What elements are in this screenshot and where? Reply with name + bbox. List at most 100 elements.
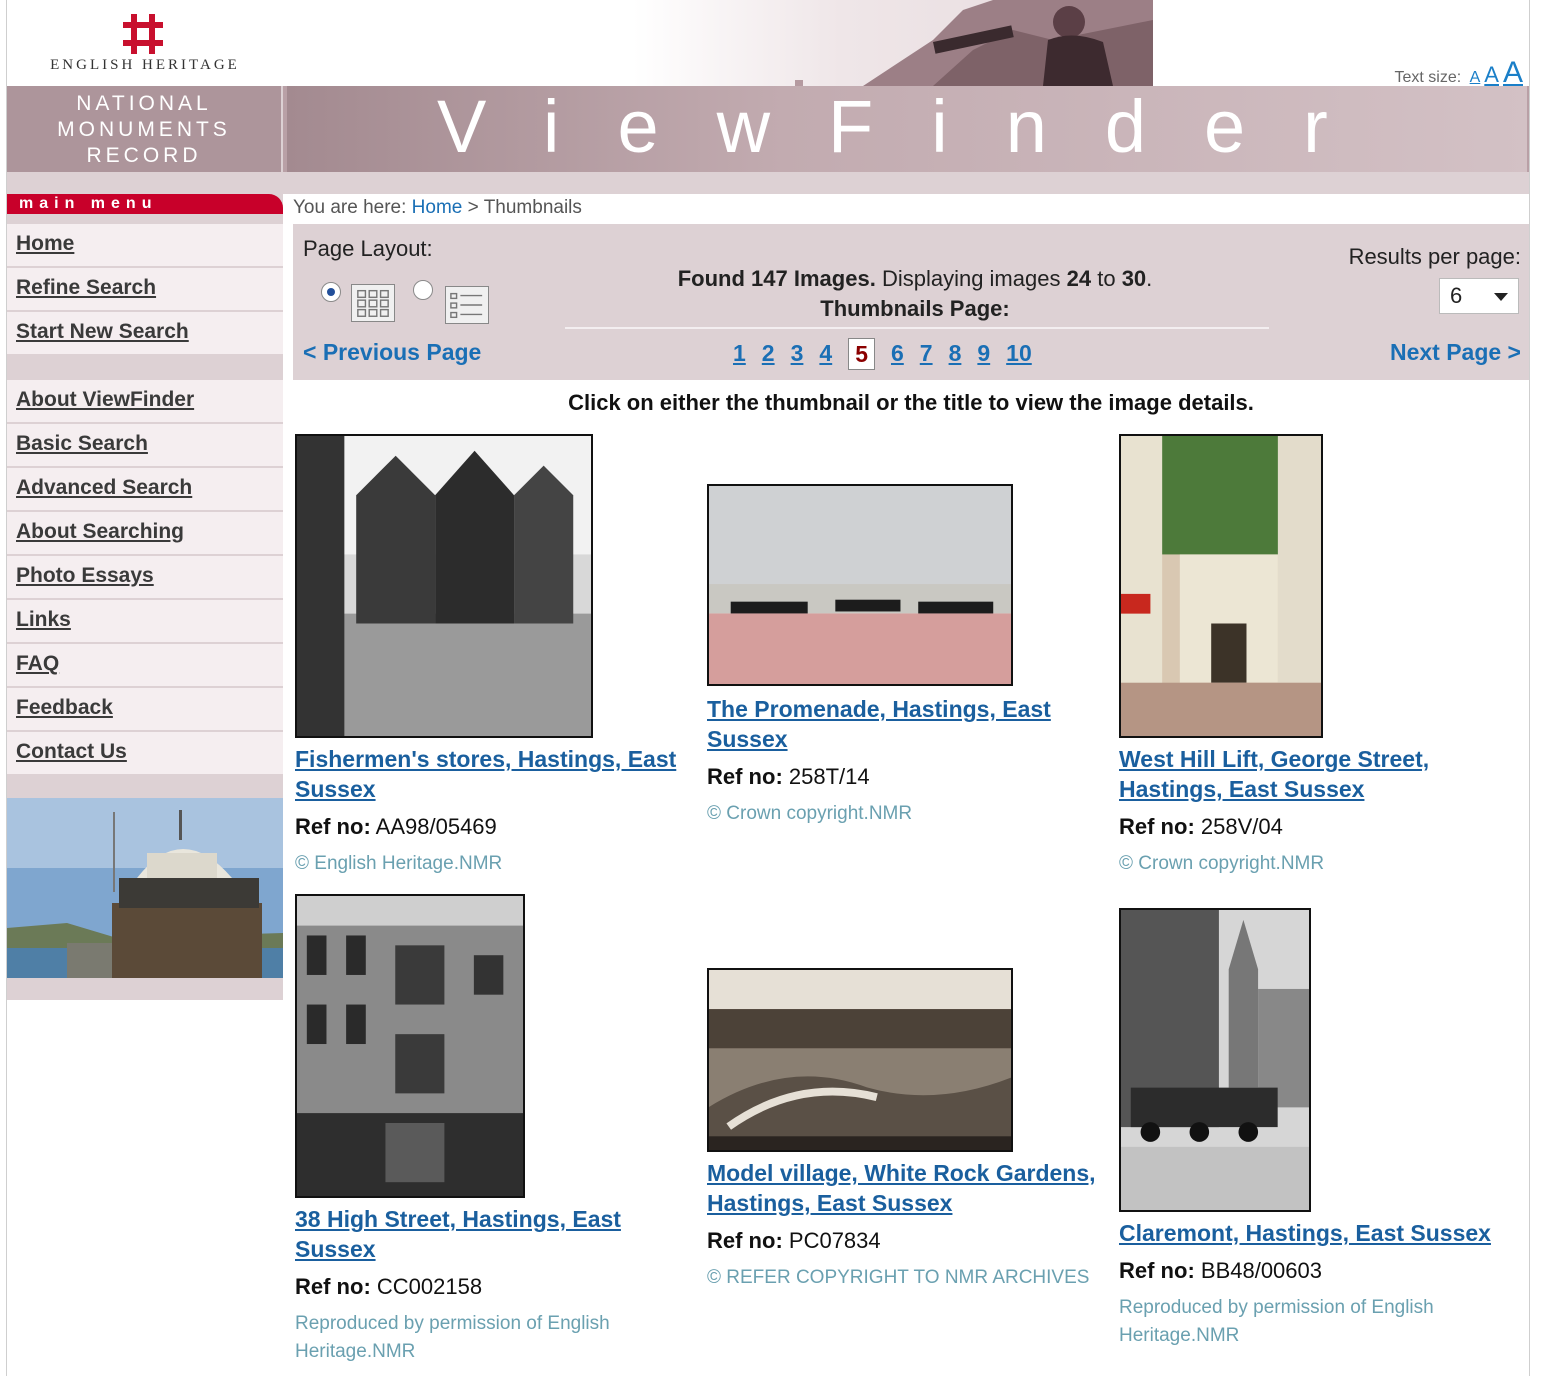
result-thumbnail[interactable]	[295, 894, 525, 1198]
page-link-9[interactable]: 9	[977, 338, 990, 370]
found-prefix: Found	[677, 266, 745, 291]
ref-value: 258T/14	[788, 764, 870, 789]
result-thumbnail[interactable]	[1119, 908, 1311, 1212]
logo-wordmark: ENGLISH HERITAGE	[50, 57, 240, 73]
text-size-label: Text size:	[1394, 69, 1462, 86]
sidebar-item-links[interactable]: Links	[7, 600, 283, 644]
result-title-link[interactable]: Claremont, Hastings, East Sussex	[1119, 1218, 1519, 1248]
pagination: 1 2 3 4 5 6 7 8 9 10	[733, 338, 1048, 370]
nmr-title: NATIONAL MONUMENTS RECORD	[7, 86, 283, 172]
ref-value: BB48/00603	[1200, 1258, 1322, 1283]
banner-photo	[633, 0, 1153, 86]
results-per-page-label: Results per page:	[1348, 244, 1521, 269]
controls-divider	[565, 327, 1269, 329]
breadcrumb-separator: >	[467, 197, 479, 218]
text-size-medium-link[interactable]: A	[1484, 62, 1499, 86]
sidebar-item-faq[interactable]: FAQ	[7, 644, 283, 688]
result-ref: Ref no: AA98/05469	[295, 814, 497, 840]
sidebar-item-feedback[interactable]: Feedback	[7, 688, 283, 732]
text-size-large-link[interactable]: A	[1503, 56, 1523, 86]
sidebar-item-basic-search[interactable]: Basic Search	[7, 424, 283, 468]
ref-label: Ref no:	[1119, 1258, 1195, 1283]
display-to: 30	[1121, 266, 1147, 291]
page-link-6[interactable]: 6	[891, 338, 904, 370]
result-thumbnail[interactable]	[707, 968, 1013, 1152]
list-layout-icon[interactable]	[445, 286, 489, 324]
page-link-4[interactable]: 4	[819, 338, 832, 370]
site-title-banner: ViewFinder	[287, 85, 1527, 172]
breadcrumb-home-link[interactable]: Home	[412, 197, 463, 218]
page-link-8[interactable]: 8	[949, 338, 962, 370]
ref-value: 258V/04	[1200, 814, 1283, 839]
result-thumbnail[interactable]	[1119, 434, 1323, 738]
page-frame: ENGLISH HERITAGE Text size: AAA NATIONAL…	[6, 0, 1530, 1376]
result-ref: Ref no: BB48/00603	[1119, 1258, 1322, 1284]
ref-label: Ref no:	[295, 814, 371, 839]
displaying-text: Displaying images	[881, 266, 1061, 291]
layout-grid-radio[interactable]	[321, 282, 341, 302]
text-size-control: Text size: AAA	[1394, 56, 1523, 86]
english-heritage-mark-icon	[123, 14, 163, 54]
result-thumbnail[interactable]	[707, 484, 1013, 686]
breadcrumb: You are here: Home > Thumbnails	[293, 194, 1529, 224]
next-page-link[interactable]: Next Page >	[1390, 339, 1521, 366]
result-copyright: © Crown copyright.NMR	[1119, 853, 1325, 874]
sidebar-lighthouse-photo	[7, 798, 283, 978]
sidebar-item-photo-essays[interactable]: Photo Essays	[7, 556, 283, 600]
found-count: 147	[751, 266, 788, 291]
nmr-line: RECORD	[86, 144, 202, 167]
thumbnails-page-label: Thumbnails Page:	[820, 296, 1010, 321]
previous-page-link[interactable]: < Previous Page	[303, 339, 481, 366]
result-ref: Ref no: CC002158	[295, 1274, 482, 1300]
found-summary: Found 147 Images. Displaying images 24 t…	[565, 266, 1265, 292]
summary-period: .	[1146, 266, 1153, 291]
results-per-page-select[interactable]: 6	[1439, 278, 1519, 314]
sidebar-item-about-searching[interactable]: About Searching	[7, 512, 283, 556]
top-banner: ENGLISH HERITAGE Text size: AAA	[7, 0, 1529, 86]
result-title-link[interactable]: The Promenade, Hastings, East Sussex	[707, 694, 1107, 754]
grid-layout-icon[interactable]	[351, 284, 395, 322]
ref-label: Ref no:	[295, 1274, 371, 1299]
sidebar-item-refine-search[interactable]: Refine Search	[7, 268, 283, 312]
title-bar: NATIONAL MONUMENTS RECORD ViewFinder	[7, 85, 1529, 172]
english-heritage-logo[interactable]: ENGLISH HERITAGE	[7, 0, 283, 86]
results-controls: Page Layout: Found 147 Images. Displayin…	[293, 224, 1529, 380]
result-title-link[interactable]: 38 High Street, Hastings, East Sussex	[295, 1204, 695, 1264]
ref-value: AA98/05469	[375, 814, 497, 839]
page-link-10[interactable]: 10	[1006, 338, 1032, 370]
menu-group-info: About ViewFinder Basic Search Advanced S…	[7, 380, 283, 776]
page-link-1[interactable]: 1	[733, 338, 746, 370]
sidebar-item-about-viewfinder[interactable]: About ViewFinder	[7, 380, 283, 424]
page-link-7[interactable]: 7	[920, 338, 933, 370]
page-link-2[interactable]: 2	[762, 338, 775, 370]
result-thumbnail[interactable]	[295, 434, 593, 738]
header-divider	[7, 172, 1529, 194]
sidebar-item-start-new-search[interactable]: Start New Search	[7, 312, 283, 356]
display-from: 24	[1066, 266, 1092, 291]
sidebar-item-advanced-search[interactable]: Advanced Search	[7, 468, 283, 512]
result-title-link[interactable]: Model village, White Rock Gardens, Hasti…	[707, 1158, 1107, 1218]
sidebar-item-contact-us[interactable]: Contact Us	[7, 732, 283, 776]
chevron-down-icon	[1494, 293, 1508, 301]
ref-label: Ref no:	[1119, 814, 1195, 839]
sidebar: main menu Home Refine Search Start New S…	[7, 194, 283, 1000]
result-ref: Ref no: 258T/14	[707, 764, 870, 790]
menu-group-search: Home Refine Search Start New Search	[7, 224, 283, 356]
result-title-link[interactable]: Fishermen's stores, Hastings, East Susse…	[295, 744, 695, 804]
layout-list-radio[interactable]	[413, 280, 433, 300]
breadcrumb-current: Thumbnails	[483, 197, 582, 218]
page-link-3[interactable]: 3	[791, 338, 804, 370]
result-copyright: © REFER COPYRIGHT TO NMR ARCHIVES	[707, 1267, 1090, 1288]
result-copyright: Reproduced by permission of English Heri…	[295, 1313, 610, 1362]
nmr-line: MONUMENTS	[57, 118, 231, 141]
result-title-link[interactable]: West Hill Lift, George Street, Hastings,…	[1119, 744, 1519, 804]
result-copyright: © English Heritage.NMR	[295, 853, 503, 874]
result-ref: Ref no: 258V/04	[1119, 814, 1283, 840]
page-layout-label: Page Layout:	[303, 236, 433, 261]
nmr-line: NATIONAL	[76, 92, 212, 115]
sidebar-item-home[interactable]: Home	[7, 224, 283, 268]
found-suffix: Images.	[793, 266, 876, 291]
text-size-small-link[interactable]: A	[1470, 69, 1481, 86]
current-page: 5	[848, 338, 875, 370]
instruction-text: Click on either the thumbnail or the tit…	[568, 390, 1254, 415]
